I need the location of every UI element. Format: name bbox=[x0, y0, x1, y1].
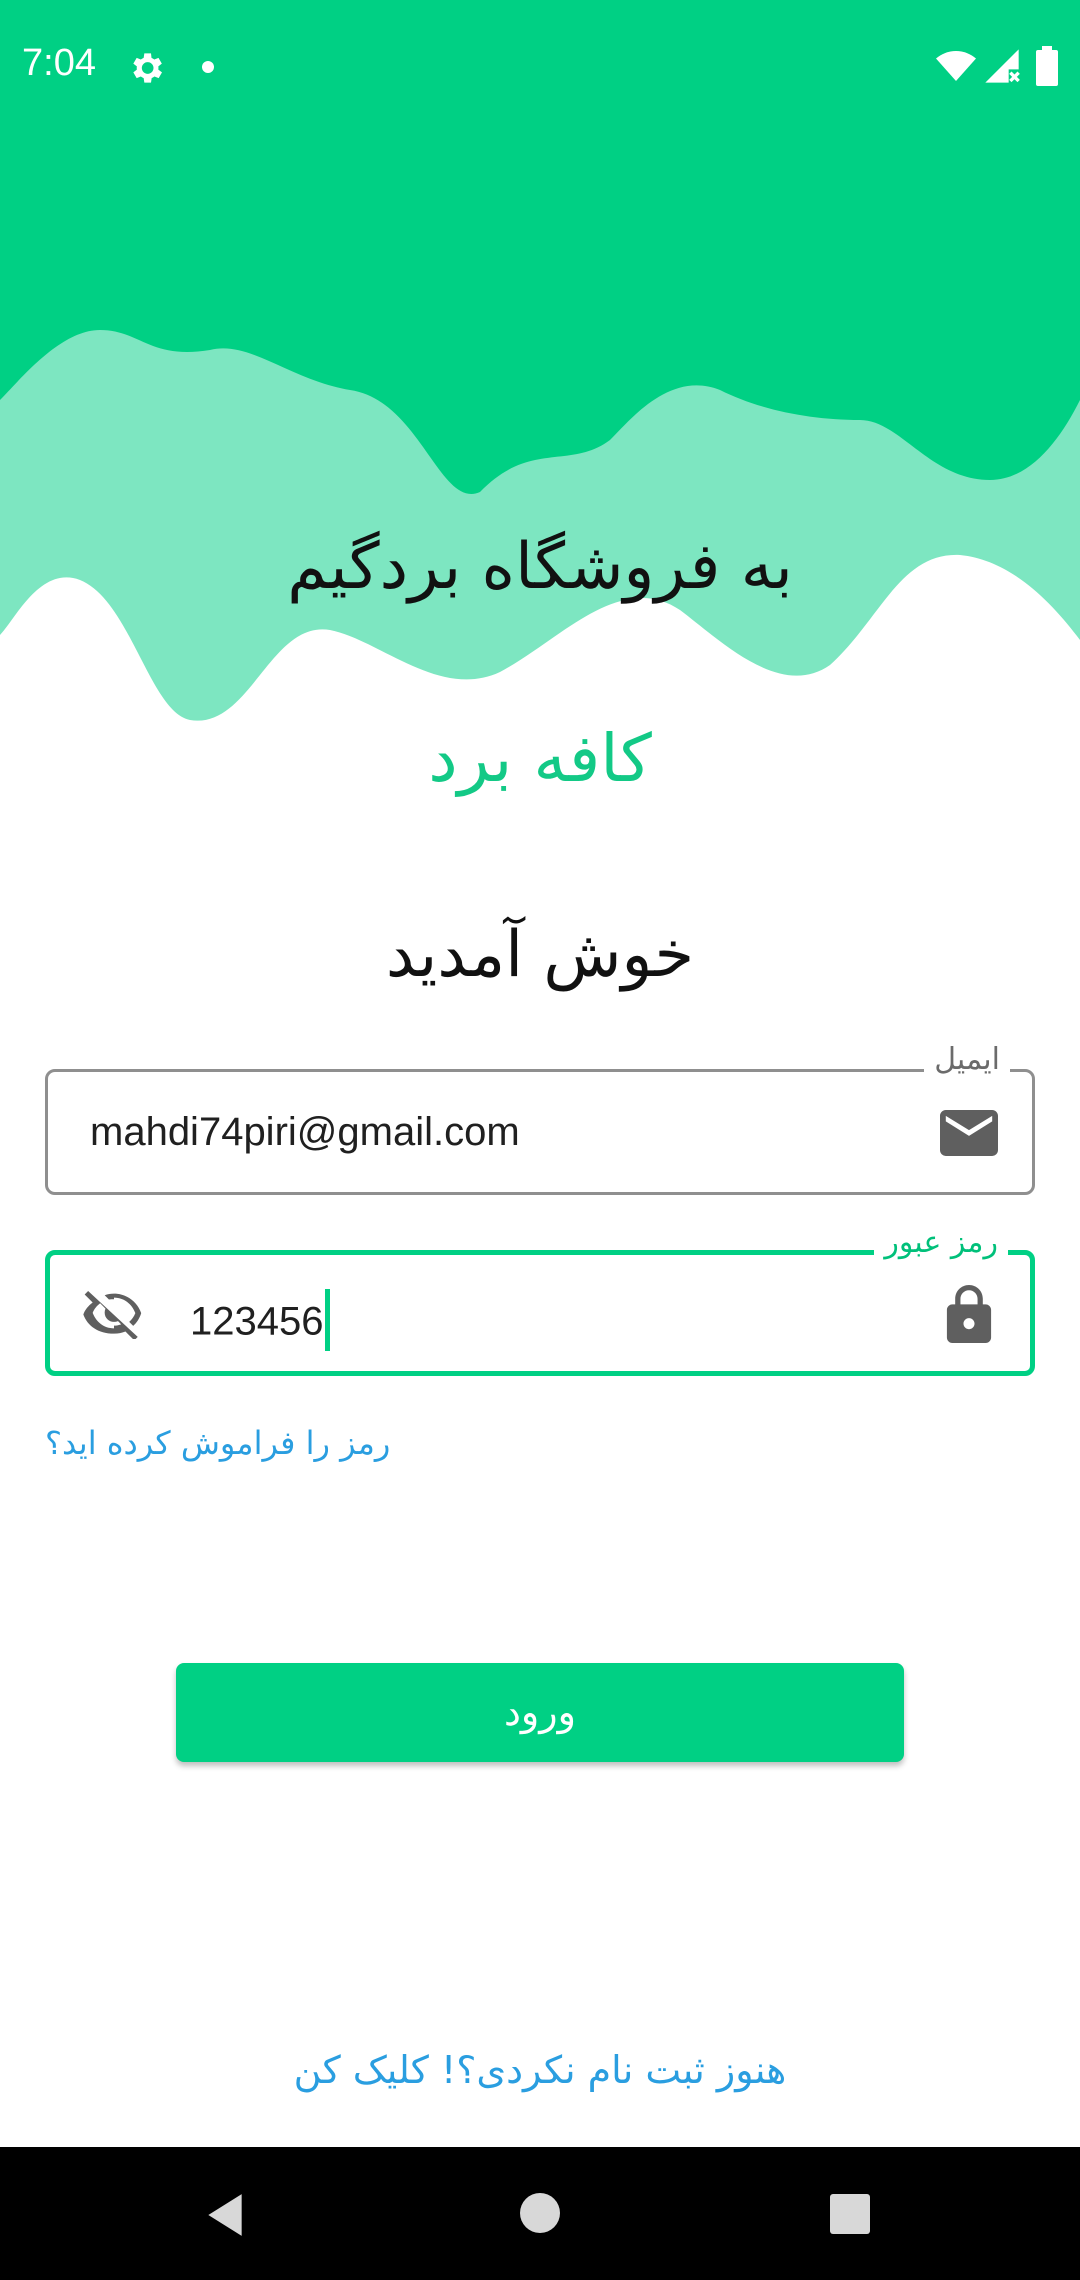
home-icon[interactable] bbox=[520, 2193, 560, 2233]
wifi-icon bbox=[936, 51, 976, 81]
forgot-password-link[interactable]: رمز را فراموش کرده اید؟ bbox=[45, 1424, 390, 1462]
email-field[interactable]: ایمیل mahdi74piri@gmail.com bbox=[45, 1042, 1035, 1195]
settings-gear-icon bbox=[133, 53, 162, 83]
status-time: 7:04 bbox=[22, 42, 96, 84]
text-caret bbox=[325, 1289, 331, 1351]
lock-icon bbox=[946, 1285, 992, 1343]
email-icon bbox=[940, 1110, 998, 1156]
email-label: ایمیل bbox=[924, 1042, 1010, 1077]
back-icon[interactable] bbox=[200, 2190, 250, 2240]
password-text: 123456 bbox=[190, 1299, 324, 1344]
recents-icon[interactable] bbox=[830, 2194, 870, 2234]
signup-link[interactable]: هنوز ثبت نام نکردی؟! کلیک کن bbox=[0, 2048, 1080, 2092]
battery-icon bbox=[1036, 46, 1058, 86]
password-value[interactable]: 123456 bbox=[190, 1289, 331, 1355]
password-field[interactable]: رمز عبور 123456 bbox=[45, 1225, 1035, 1376]
brand-title: کافه برد bbox=[428, 720, 652, 797]
password-label: رمز عبور bbox=[874, 1225, 1008, 1260]
login-button[interactable]: ورود bbox=[176, 1663, 904, 1762]
email-value[interactable]: mahdi74piri@gmail.com bbox=[90, 1110, 520, 1155]
notification-dot-icon bbox=[202, 61, 214, 73]
welcome-heading: خوش آمدید bbox=[385, 918, 695, 992]
store-welcome-title: به فروشگاه بردگیم bbox=[287, 530, 793, 604]
signal-icon bbox=[985, 49, 1020, 83]
eye-off-icon[interactable] bbox=[82, 1291, 146, 1339]
